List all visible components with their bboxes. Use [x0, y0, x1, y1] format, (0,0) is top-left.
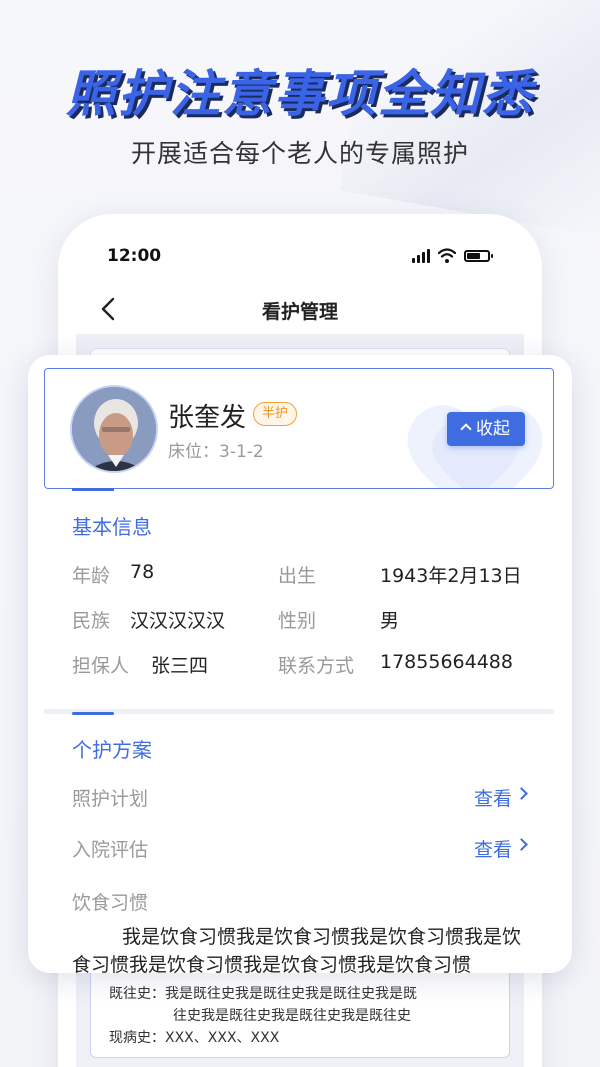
chevron-right-icon	[515, 787, 528, 800]
promo-title: 照护注意事项全知悉	[66, 65, 534, 123]
avatar	[70, 385, 158, 473]
birth-value: 1943年2月13日	[380, 565, 522, 587]
status-time: 12:00	[107, 246, 162, 266]
gender-label: 性别	[278, 610, 317, 632]
nav-title: 看护管理	[261, 301, 338, 323]
basic-info-title: 基本信息	[72, 515, 152, 539]
chevron-up-icon	[460, 423, 472, 435]
collapse-label: 收起	[476, 419, 510, 439]
background-card-history: 既往史：我是既往史我是既往史我是既往史我是既 往史我是既往史我是既往史我是既往史…	[90, 962, 510, 1058]
history-line-1: 既往史：我是既往史我是既往史我是既往史我是既	[109, 986, 417, 1002]
resident-name: 张奎发	[168, 403, 247, 433]
ethnic-value: 汉汉汉汉汉	[130, 610, 226, 632]
guarantor-label: 担保人	[72, 655, 130, 677]
section-divider	[44, 709, 554, 714]
promo-subtitle: 开展适合每个老人的专属照护	[130, 139, 469, 168]
chevron-right-icon	[515, 838, 528, 851]
age-label: 年龄	[72, 565, 111, 587]
bed-number: 床位：3-1-2	[168, 442, 264, 462]
battery-icon	[464, 250, 493, 262]
view-assessment-link[interactable]: 查看	[474, 835, 528, 862]
care-plan-title: 个护方案	[72, 738, 152, 762]
care-plan-label: 照护计划	[72, 788, 149, 810]
view-care-plan-link[interactable]: 查看	[474, 784, 528, 811]
status-icons	[410, 247, 496, 265]
diet-label: 饮食习惯	[72, 892, 149, 914]
contact-label: 联系方式	[278, 655, 355, 677]
resident-header: 张奎发 半护 床位：3-1-2 收起	[44, 368, 554, 489]
assessment-label: 入院评估	[72, 839, 149, 861]
birth-label: 出生	[278, 565, 317, 587]
history-line-2: 往史我是既往史我是既往史我是既往史	[173, 1008, 411, 1024]
header-accent-line	[72, 488, 114, 491]
contact-value: 17855664488	[380, 651, 513, 673]
view-care-plan-label: 查看	[474, 788, 513, 810]
care-level-badge: 半护	[253, 402, 298, 426]
care-plan-accent-line	[72, 712, 114, 715]
ethnic-label: 民族	[72, 610, 111, 632]
wifi-icon	[438, 248, 456, 263]
age-value: 78	[130, 561, 155, 583]
guarantor-value: 张三四	[151, 655, 209, 677]
current-illness: 现病史：XXX、XXX、XXX	[109, 1030, 280, 1046]
resident-detail-card: 张奎发 半护 床位：3-1-2 收起 基本信息 年龄 78 出生 1943年2月…	[28, 355, 572, 973]
view-assessment-label: 查看	[474, 839, 513, 861]
collapse-button[interactable]: 收起	[447, 412, 525, 446]
diet-text: 我是饮食习惯我是饮食习惯我是饮食习惯我是饮食习惯我是饮食习惯我是饮食习惯我是饮食…	[72, 926, 522, 973]
gender-value: 男	[380, 610, 400, 632]
